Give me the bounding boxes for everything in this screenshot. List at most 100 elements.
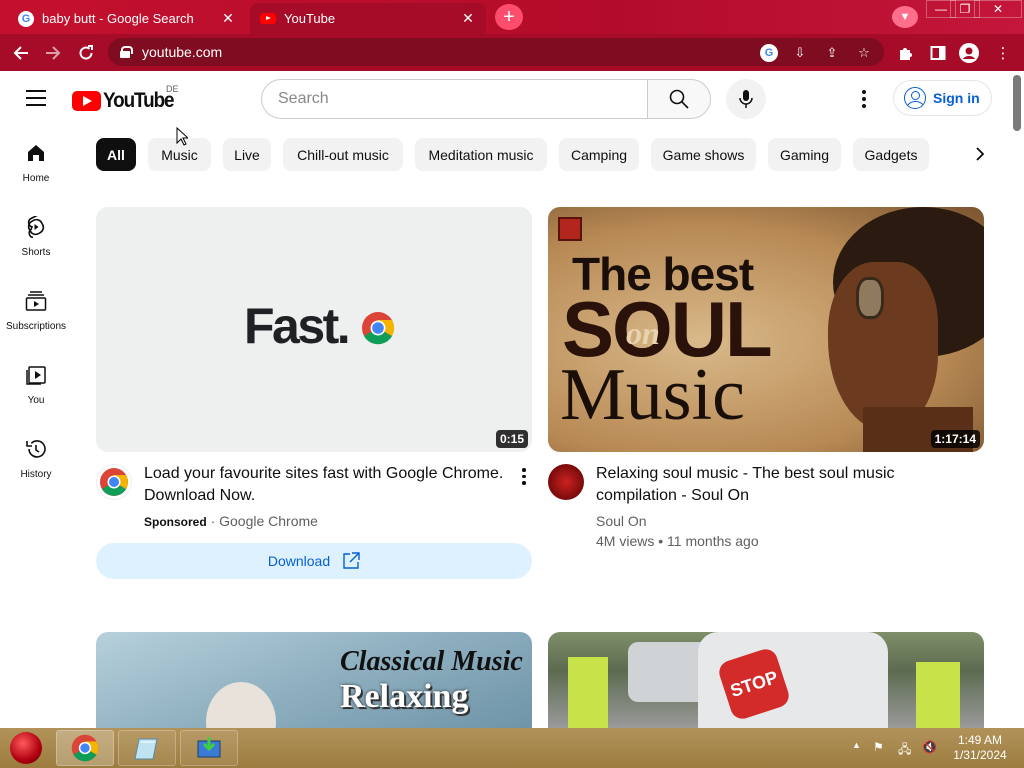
soul-on-logo-icon — [558, 217, 582, 241]
account-circle-icon — [904, 87, 926, 109]
nav-label: Subscriptions — [5, 321, 67, 332]
youtube-icon — [260, 13, 276, 24]
windows-taskbar: ▲ ⚑ 🖧 🔇 1:49 AM 1/31/2024 — [0, 728, 1024, 768]
close-tab-icon[interactable]: ✕ — [460, 10, 476, 27]
chip-gaming[interactable]: Gaming — [768, 138, 841, 171]
chip-live[interactable]: Live — [223, 138, 271, 171]
window-close-button[interactable]: ✕ — [974, 0, 1022, 18]
sign-in-label: Sign in — [933, 90, 980, 106]
subscriptions-icon — [24, 289, 48, 313]
reload-icon[interactable] — [73, 40, 99, 66]
youtube-logo-text: YouTube — [103, 89, 175, 112]
category-chips: All Music Live Chill-out music Meditatio… — [96, 138, 996, 172]
video-title[interactable]: Load your favourite sites fast with Goog… — [144, 463, 514, 507]
side-panel-icon[interactable] — [927, 42, 949, 64]
bookmark-star-icon[interactable]: ☆ — [855, 44, 873, 62]
video-thumbnail-classical-music[interactable]: Classical Music Relaxing — [96, 632, 532, 728]
shorts-icon — [24, 215, 48, 239]
chrome-logo-icon — [100, 468, 128, 496]
share-icon[interactable]: ⇪ — [823, 44, 841, 62]
forward-arrow-icon[interactable] — [40, 40, 66, 66]
video-thumbnail-chrome-ad[interactable]: Fast. 0:15 — [96, 207, 532, 452]
sponsored-label: Sponsored — [144, 515, 207, 529]
settings-more-icon[interactable] — [852, 87, 876, 111]
download-button[interactable]: Download — [96, 543, 532, 579]
channel-avatar-soul-on[interactable] — [548, 464, 584, 500]
tab-youtube[interactable]: YouTube ✕ — [250, 3, 486, 34]
taskbar-app-file-explorer[interactable] — [118, 730, 176, 766]
advertiser-name[interactable]: Google Chrome — [219, 513, 318, 529]
taskbar-clock[interactable]: 1:49 AM 1/31/2024 — [946, 733, 1014, 763]
channel-name[interactable]: Soul On — [596, 513, 647, 529]
worker-image — [568, 657, 608, 728]
scrollbar-thumb[interactable] — [1013, 75, 1021, 131]
start-button[interactable] — [10, 732, 42, 764]
youtube-play-icon — [72, 91, 101, 111]
hamburger-menu-icon[interactable] — [26, 90, 46, 106]
close-tab-icon[interactable]: ✕ — [220, 10, 236, 27]
nav-item-home[interactable]: Home — [0, 127, 72, 201]
chip-chill-out-music[interactable]: Chill-out music — [283, 138, 403, 171]
chip-all[interactable]: All — [96, 138, 136, 171]
action-center-flag-icon[interactable]: ⚑ — [873, 740, 884, 754]
browser-toolbar: youtube.com G ⇩ ⇪ ☆ ⋮ — [0, 34, 1024, 71]
youtube-logo[interactable]: YouTube — [72, 89, 181, 113]
video-title-line: Load your favourite sites fast with Goog… — [144, 465, 504, 482]
back-arrow-icon[interactable] — [8, 40, 34, 66]
nav-item-you[interactable]: You — [0, 349, 72, 423]
nav-label: You — [27, 395, 45, 406]
nav-item-history[interactable]: History — [0, 423, 72, 497]
taskbar-app-chrome[interactable] — [56, 730, 114, 766]
nav-label: History — [20, 469, 52, 480]
composer-portrait-image — [206, 682, 276, 728]
video-duration: 1:17:14 — [930, 430, 980, 448]
volume-muted-icon[interactable]: 🔇 — [922, 740, 937, 754]
nav-item-shorts[interactable]: Shorts — [0, 201, 72, 275]
lock-icon[interactable] — [120, 46, 133, 58]
tab-google-search[interactable]: G baby butt - Google Search ✕ — [8, 3, 246, 34]
profile-avatar-icon[interactable] — [958, 42, 980, 64]
meta-separator: • — [658, 533, 668, 549]
extensions-puzzle-icon[interactable] — [895, 42, 917, 64]
nav-item-subscriptions[interactable]: Subscriptions — [0, 275, 72, 349]
clock-date: 1/31/2024 — [953, 748, 1007, 762]
video-stats: 4M views • 11 months ago — [596, 533, 759, 549]
chip-gadgets[interactable]: Gadgets — [853, 138, 929, 171]
upload-age: 11 months ago — [667, 533, 759, 549]
sign-in-button[interactable]: Sign in — [893, 80, 992, 116]
install-app-icon[interactable]: ⇩ — [791, 44, 809, 62]
video-thumbnail-soul-music[interactable]: The best SOUL on Music 1:17:14 — [548, 207, 984, 452]
search-button[interactable] — [647, 79, 711, 119]
voice-search-button[interactable] — [726, 79, 766, 119]
channel-avatar-google-chrome[interactable] — [96, 464, 132, 500]
mouse-cursor-icon — [176, 127, 188, 146]
video-thumbnail-street-scene[interactable]: STOP — [548, 632, 984, 728]
you-icon — [24, 363, 48, 387]
network-icon[interactable]: 🖧 — [898, 740, 911, 761]
youtube-header: YouTube DE Sign in — [0, 71, 1010, 127]
google-lens-icon[interactable]: G — [760, 44, 778, 62]
browser-menu-icon[interactable]: ⋮ — [992, 42, 1014, 64]
chrome-logo-icon — [362, 312, 395, 345]
thumbnail-text-on: on — [626, 315, 660, 351]
video-title-line: compilation - Soul On — [596, 487, 749, 504]
search-input[interactable] — [261, 79, 648, 119]
chevron-right-icon[interactable] — [966, 140, 994, 168]
clock-time: 1:49 AM — [957, 733, 1003, 747]
new-tab-button[interactable]: + — [495, 4, 523, 30]
address-bar[interactable]: youtube.com G ⇩ ⇪ ☆ — [108, 38, 884, 66]
ad-meta: Sponsored · Google Chrome — [144, 513, 318, 529]
taskbar-app-screen-recorder[interactable] — [180, 730, 238, 766]
chip-meditation-music[interactable]: Meditation music — [415, 138, 547, 171]
chip-game-shows[interactable]: Game shows — [651, 138, 756, 171]
video-title[interactable]: Relaxing soul music - The best soul musi… — [596, 463, 986, 507]
url-text: youtube.com — [142, 44, 223, 60]
worker-image — [916, 662, 960, 728]
page-scrollbar[interactable] — [1010, 71, 1024, 728]
video-title-line: Download Now. — [144, 487, 256, 504]
show-hidden-icons-icon[interactable]: ▲ — [852, 740, 861, 750]
video-options-icon[interactable] — [516, 468, 532, 486]
tab-search-chevron-icon[interactable]: ▼ — [892, 6, 918, 28]
tab-title: YouTube — [284, 11, 336, 26]
chip-camping[interactable]: Camping — [559, 138, 639, 171]
